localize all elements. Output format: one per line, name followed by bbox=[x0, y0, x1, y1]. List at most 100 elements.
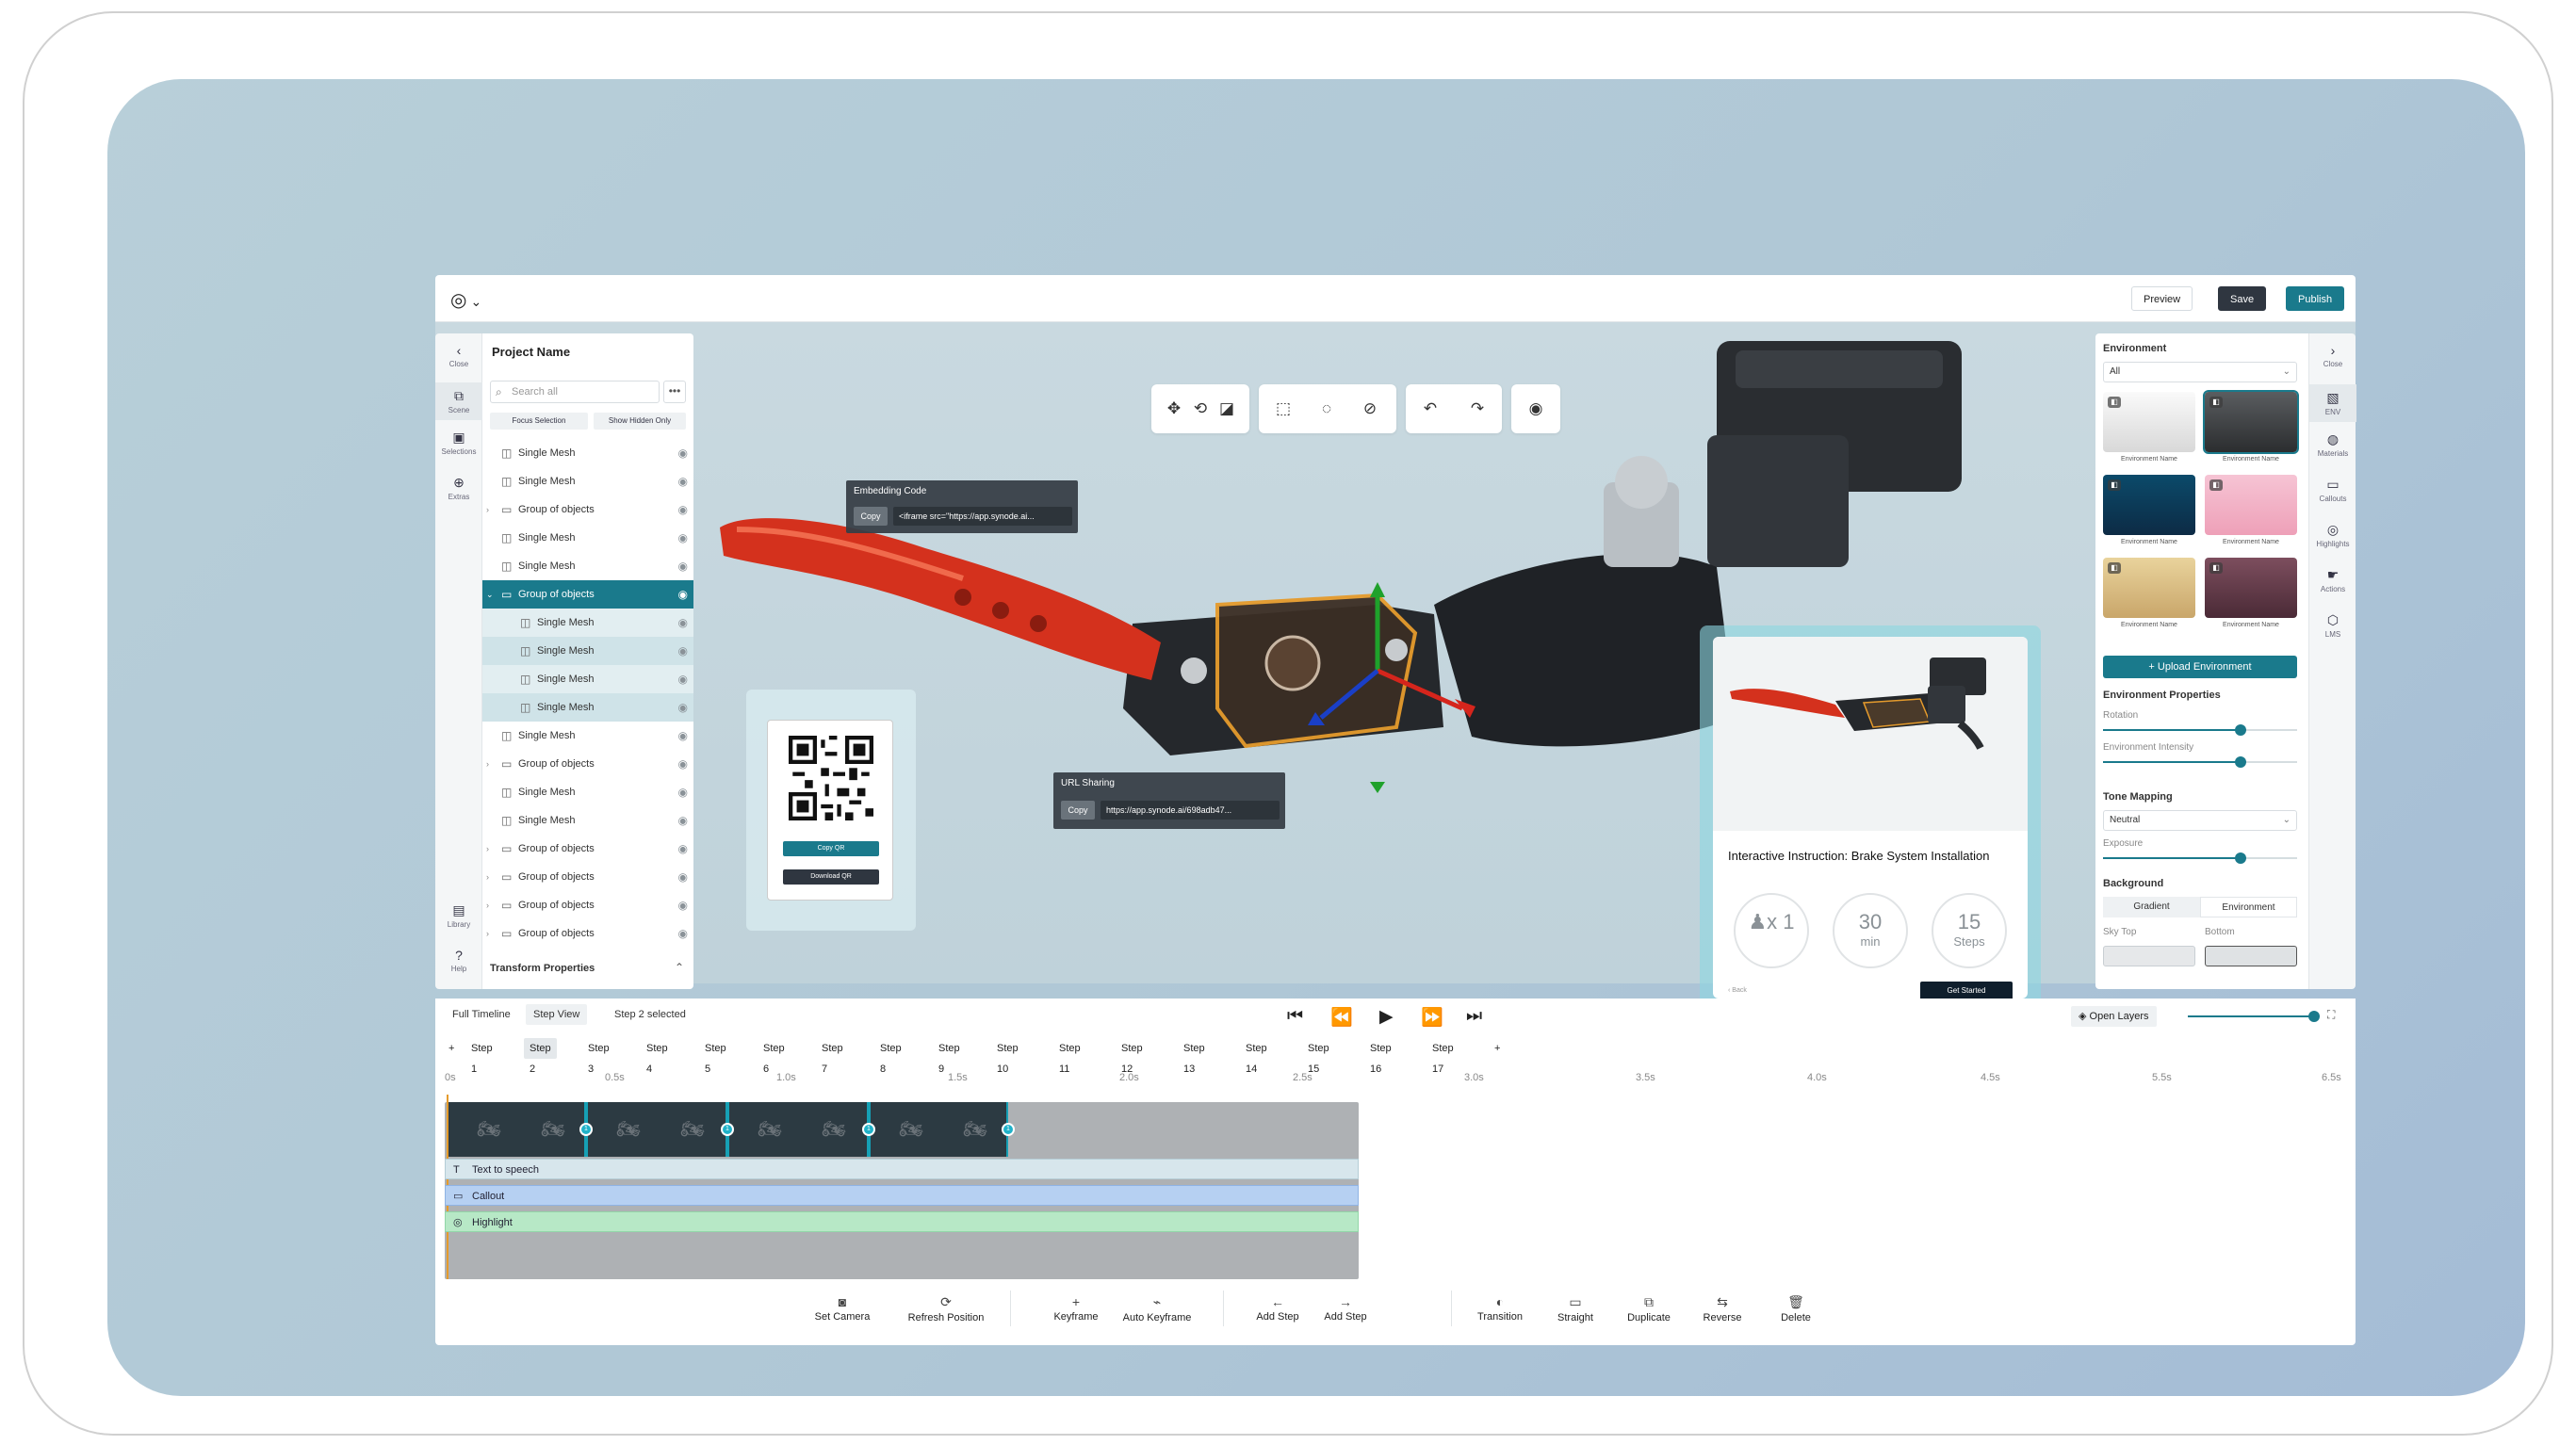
timeline-clip[interactable]: 🏍 🏍 bbox=[727, 1102, 869, 1157]
exposure-slider[interactable] bbox=[2103, 852, 2297, 864]
rail-highlights[interactable]: ◎ Highlights bbox=[2309, 522, 2356, 548]
lasso-icon[interactable]: ◌ bbox=[1313, 396, 1340, 422]
step-tab[interactable]: Step 12 bbox=[1116, 1038, 1149, 1075]
step-back-icon[interactable]: ⏪ bbox=[1330, 1006, 1353, 1029]
tree-item[interactable]: › ▭ Group of objects ◉ bbox=[482, 863, 693, 891]
refresh-position-button[interactable]: ⟳ Refresh Position bbox=[904, 1294, 988, 1323]
eye-icon[interactable]: ◉ bbox=[678, 863, 688, 891]
eye-icon[interactable]: ◉ bbox=[678, 750, 688, 778]
rail-close-right[interactable]: › Close bbox=[2309, 343, 2356, 368]
deselect-icon[interactable]: ⊘ bbox=[1357, 396, 1383, 422]
eye-icon[interactable]: ◉ bbox=[678, 467, 688, 495]
env-thumb-6[interactable]: ◧ bbox=[2205, 558, 2297, 618]
keyframe-marker[interactable]: 1 bbox=[721, 1123, 734, 1136]
slider-knob[interactable] bbox=[2235, 756, 2247, 768]
tree-item[interactable]: ◫ Single Mesh ◉ bbox=[482, 665, 693, 693]
eye-icon[interactable]: ◉ bbox=[678, 524, 688, 552]
rotation-slider[interactable] bbox=[2103, 724, 2297, 736]
3d-viewport[interactable]: ✥ ⟲ ◪ ⬚ ◌ ⊘ ↶ ↷ ◉ Embedding Code Copy <i… bbox=[435, 322, 2356, 1012]
env-thumb-5[interactable]: ◧ bbox=[2103, 558, 2195, 618]
tree-item[interactable]: ⌄ ▭ Group of objects ◉ bbox=[482, 580, 693, 609]
keyframe-marker[interactable]: 1 bbox=[579, 1123, 593, 1136]
eye-icon[interactable]: ◉ bbox=[1523, 396, 1549, 422]
chevron-right-icon[interactable]: › bbox=[486, 919, 489, 948]
sky-top-swatch[interactable] bbox=[2103, 946, 2195, 966]
step-tab[interactable]: Step 15 bbox=[1302, 1038, 1335, 1075]
url-field[interactable]: https://app.synode.ai/698adb47... bbox=[1101, 801, 1280, 820]
environment-tab[interactable]: Environment bbox=[2200, 897, 2297, 917]
env-thumb-2[interactable]: ◧ bbox=[2203, 390, 2299, 454]
env-thumb-1[interactable]: ◧ bbox=[2103, 392, 2195, 452]
brake-lever-mesh[interactable] bbox=[720, 518, 1161, 680]
timeline-clip[interactable]: 🏍 🏍 bbox=[447, 1102, 586, 1157]
embedding-code-field[interactable]: <iframe src="https://app.synode.ai... bbox=[893, 507, 1072, 526]
tree-item[interactable]: › ▭ Group of objects ◉ bbox=[482, 891, 693, 919]
add-step-icon[interactable]: + bbox=[443, 1038, 460, 1059]
slider-knob[interactable] bbox=[2308, 1011, 2320, 1022]
rail-library[interactable]: ▤ Library bbox=[435, 902, 482, 929]
full-timeline-tab[interactable]: Full Timeline bbox=[445, 1004, 518, 1025]
environment-filter[interactable]: All ⌄ bbox=[2103, 362, 2297, 382]
save-button[interactable]: Save bbox=[2218, 286, 2267, 311]
auto-keyframe-button[interactable]: ⌁ Auto Keyframe bbox=[1115, 1294, 1199, 1323]
step-tab[interactable]: Step 5 bbox=[699, 1038, 732, 1075]
eye-icon[interactable]: ◉ bbox=[678, 665, 688, 693]
step-tab[interactable]: Step 14 bbox=[1240, 1038, 1273, 1075]
step-tab[interactable]: Step 4 bbox=[641, 1038, 674, 1075]
tree-item[interactable]: › ▭ Group of objects ◉ bbox=[482, 835, 693, 863]
rail-close[interactable]: ‹ Close bbox=[435, 343, 482, 368]
tree-item[interactable]: ◫ Single Mesh ◉ bbox=[482, 467, 693, 495]
chevron-right-icon[interactable]: › bbox=[486, 495, 489, 524]
add-step-button[interactable]: → Add Step bbox=[1303, 1294, 1388, 1323]
focus-selection-button[interactable]: Focus Selection bbox=[490, 413, 588, 430]
upload-environment-button[interactable]: + Upload Environment bbox=[2103, 656, 2297, 678]
step-tab[interactable]: Step 2 bbox=[524, 1038, 557, 1075]
delete-button[interactable]: 🗑 Delete bbox=[1753, 1294, 1838, 1323]
slider-knob[interactable] bbox=[2235, 724, 2247, 736]
straight-button[interactable]: ▭ Straight bbox=[1533, 1294, 1618, 1323]
redo-icon[interactable]: ↷ bbox=[1464, 396, 1491, 422]
embedding-copy-button[interactable]: Copy bbox=[854, 507, 888, 526]
reverse-button[interactable]: ⇆ Reverse bbox=[1680, 1294, 1765, 1323]
env-thumb-3[interactable]: ◧ bbox=[2103, 475, 2195, 535]
chevron-right-icon[interactable]: › bbox=[486, 750, 489, 778]
set-camera-button[interactable]: ◙ Set Camera bbox=[800, 1294, 885, 1323]
chevron-up-icon[interactable]: ⌃ bbox=[675, 961, 684, 974]
callout-track[interactable]: ▭ Callout bbox=[445, 1185, 1359, 1206]
pivot-block-mesh[interactable] bbox=[1123, 593, 1443, 755]
play-icon[interactable]: ▶ bbox=[1379, 1006, 1394, 1028]
step-tab[interactable]: Step 11 bbox=[1053, 1038, 1086, 1075]
eye-icon[interactable]: ◉ bbox=[678, 722, 688, 750]
timeline-zoom-slider[interactable] bbox=[2188, 1011, 2320, 1022]
move-icon[interactable]: ✥ bbox=[1161, 396, 1187, 422]
tone-mapping-select[interactable]: Neutral ⌄ bbox=[2103, 810, 2297, 831]
step-tab[interactable]: Step 9 bbox=[933, 1038, 966, 1075]
text-to-speech-track[interactable]: T Text to speech bbox=[445, 1159, 1359, 1179]
reservoir-mesh[interactable] bbox=[1707, 341, 1962, 567]
chevron-down-icon[interactable]: ⌄ bbox=[486, 580, 494, 609]
step-view-tab[interactable]: Step View bbox=[526, 1004, 588, 1025]
tree-item[interactable]: ◫ Single Mesh ◉ bbox=[482, 693, 693, 722]
transition-button[interactable]: ◐ Transition bbox=[1458, 1294, 1542, 1323]
intensity-slider[interactable] bbox=[2103, 756, 2297, 768]
more-options-button[interactable]: ••• bbox=[663, 381, 686, 403]
tree-item[interactable]: ◫ Single Mesh ◉ bbox=[482, 609, 693, 637]
chevron-right-icon[interactable]: › bbox=[486, 835, 489, 863]
copy-qr-button[interactable]: Copy QR bbox=[783, 841, 879, 856]
eye-icon[interactable]: ◉ bbox=[678, 806, 688, 835]
slider-knob[interactable] bbox=[2235, 852, 2247, 864]
eye-icon[interactable]: ◉ bbox=[678, 891, 688, 919]
step-tab[interactable]: Step 17 bbox=[1427, 1038, 1459, 1075]
eye-icon[interactable]: ◉ bbox=[678, 693, 688, 722]
highlight-track[interactable]: ◎ Highlight bbox=[445, 1211, 1359, 1232]
open-layers-button[interactable]: ◈ Open Layers bbox=[2071, 1006, 2157, 1027]
skip-start-icon[interactable]: ⏮ bbox=[1287, 1006, 1303, 1027]
tree-item[interactable]: ◫ Single Mesh ◉ bbox=[482, 439, 693, 467]
step-tab[interactable]: Step 7 bbox=[816, 1038, 849, 1075]
eye-icon[interactable]: ◉ bbox=[678, 778, 688, 806]
step-tab[interactable]: Step 6 bbox=[758, 1038, 791, 1075]
add-step-icon[interactable]: + bbox=[1489, 1038, 1506, 1059]
preview-button[interactable]: Preview bbox=[2131, 286, 2193, 311]
eye-icon[interactable]: ◉ bbox=[678, 552, 688, 580]
eye-icon[interactable]: ◉ bbox=[678, 609, 688, 637]
